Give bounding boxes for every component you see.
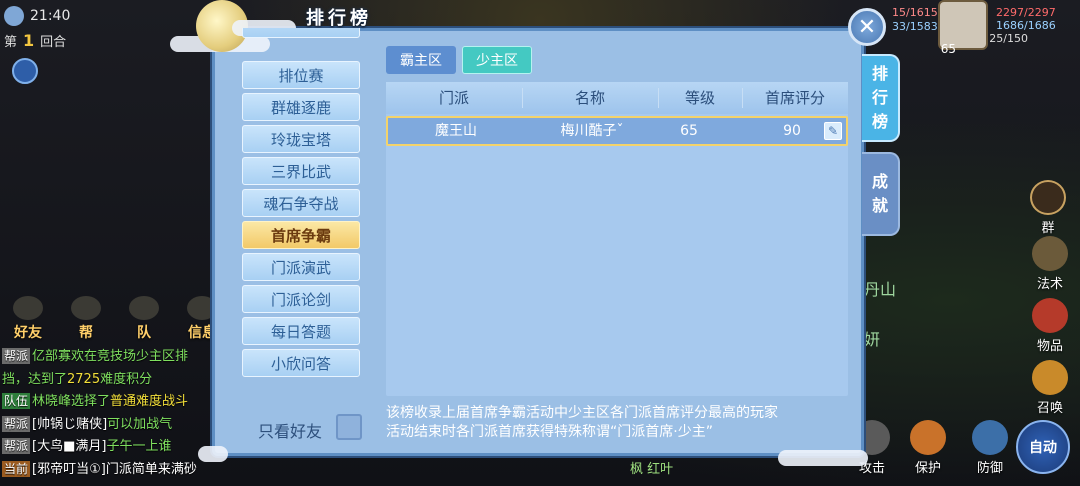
friends-only-checkbox[interactable] [336, 414, 362, 440]
chat-line: 帮派 [帅锅じ赌侠]可以加战气 [2, 415, 173, 432]
category-item[interactable]: 群雄逐鹿 [242, 93, 360, 121]
table-row[interactable]: 魔王山 梅川酷子ˇ 65 90 ✎ [386, 116, 848, 146]
chat-line: 挡，达到了2725难度积分 [2, 371, 153, 387]
pet-hp: 15/1615 [892, 6, 938, 19]
friends-only-label: 只看好友 [258, 422, 323, 441]
skill-icon [1032, 236, 1068, 271]
chat-log[interactable]: 帮派 亿部寡欢在竞技场少主区排 挡，达到了2725难度积分 队伍 林晓峰选择了普通难… [2, 346, 222, 481]
edit-icon[interactable]: ✎ [824, 122, 842, 140]
close-button[interactable]: ✕ [848, 8, 886, 46]
close-icon: ✕ [857, 14, 877, 40]
player-level: 65 [940, 42, 956, 56]
category-item[interactable]: 门派演武 [242, 253, 360, 281]
auto-battle-button[interactable]: 自动 [1016, 420, 1070, 474]
map-label-2: 妍 [864, 330, 881, 349]
friends-button[interactable]: 好友 [4, 296, 52, 342]
round-counter: 第 1 回合 [4, 31, 67, 50]
social-buttons: 好友 帮 队 信息 [4, 296, 226, 342]
category-list[interactable]: 排位赛 群雄逐鹿 玲珑宝塔 三界比武 魂石争夺战 首席争霸 门派演武 门派论剑 … [242, 28, 362, 384]
defend-button[interactable]: 防御 [968, 420, 1012, 476]
category-item[interactable]: 魂石争夺战 [242, 189, 360, 217]
tab-young-master-zone[interactable]: 少主区 [462, 46, 532, 74]
chat-line: 当前 [邪帝叮当①]门派简单来满砂 [2, 460, 197, 477]
category-item[interactable]: 门派论剑 [242, 285, 360, 313]
clock-time: 21:40 [30, 8, 71, 24]
team-button[interactable]: 队 [120, 296, 168, 342]
friends-icon [13, 296, 43, 320]
chat-line: 帮派 [大鸟■满月]子午一上谁 [2, 438, 172, 454]
skill-button[interactable]: 法术 [1028, 236, 1072, 292]
chat-line: 队伍 林晓峰选择了普通难度战斗 [2, 393, 189, 409]
category-item[interactable]: 排位赛 [242, 61, 360, 89]
clock-status: 21:40 [4, 6, 70, 26]
leaderboard-notice: 该榜收录上届首席争霸活动中少主区各门派首席评分最高的玩家 活动结束时各门派首席获… [386, 405, 778, 440]
chat-line: 帮派 亿部寡欢在竞技场少主区排 [2, 348, 189, 364]
map-label: 丹山 [864, 280, 897, 299]
item-button[interactable]: 物品 [1028, 298, 1072, 354]
column-level: 等级 [684, 89, 715, 107]
category-item-active[interactable]: 首席争霸 [242, 221, 360, 249]
shield-icon [972, 420, 1008, 455]
group-icon [1030, 180, 1066, 215]
microphone-icon [129, 296, 159, 320]
row-school: 魔王山 [435, 123, 477, 139]
moon-icon [4, 6, 24, 26]
bell-icon [1032, 360, 1068, 395]
pet-mp: 33/1583 [892, 20, 938, 33]
summon-button[interactable]: 召唤 [1028, 360, 1072, 416]
cloud-decoration [198, 446, 228, 462]
tab-overlord-zone[interactable]: 霸主区 [386, 46, 456, 74]
dialog-title: 排行榜 [306, 8, 372, 29]
tab-ranking[interactable]: 排 行 榜 [862, 54, 900, 142]
category-item[interactable]: 玲珑宝塔 [242, 125, 360, 153]
protect-button[interactable]: 保护 [906, 420, 950, 476]
group-button[interactable]: 群 [1026, 180, 1070, 236]
bag-icon [1032, 298, 1068, 333]
guild-button[interactable]: 帮 [62, 296, 110, 342]
energy-counter: 25/150 [989, 32, 1028, 45]
row-name: 梅川酷子ˇ [560, 123, 624, 139]
category-item-hidden[interactable] [242, 28, 360, 38]
column-score: 首席评分 [764, 89, 825, 107]
tab-achievement[interactable]: 成 就 [862, 152, 900, 236]
category-item[interactable]: 小欣问答 [242, 349, 360, 377]
row-level: 65 [680, 123, 698, 139]
cloud-decoration [778, 450, 868, 466]
column-name: 名称 [574, 89, 605, 107]
chevron-down-icon[interactable] [12, 58, 38, 84]
category-item[interactable]: 三界比武 [242, 157, 360, 185]
table-header: 门派 名称 等级 首席评分 [386, 82, 848, 114]
category-item[interactable]: 每日答题 [242, 317, 360, 345]
protect-icon [910, 420, 946, 455]
column-school: 门派 [438, 89, 469, 107]
microphone-icon [71, 296, 101, 320]
bottom-caption: 枫 红叶 [630, 462, 674, 477]
